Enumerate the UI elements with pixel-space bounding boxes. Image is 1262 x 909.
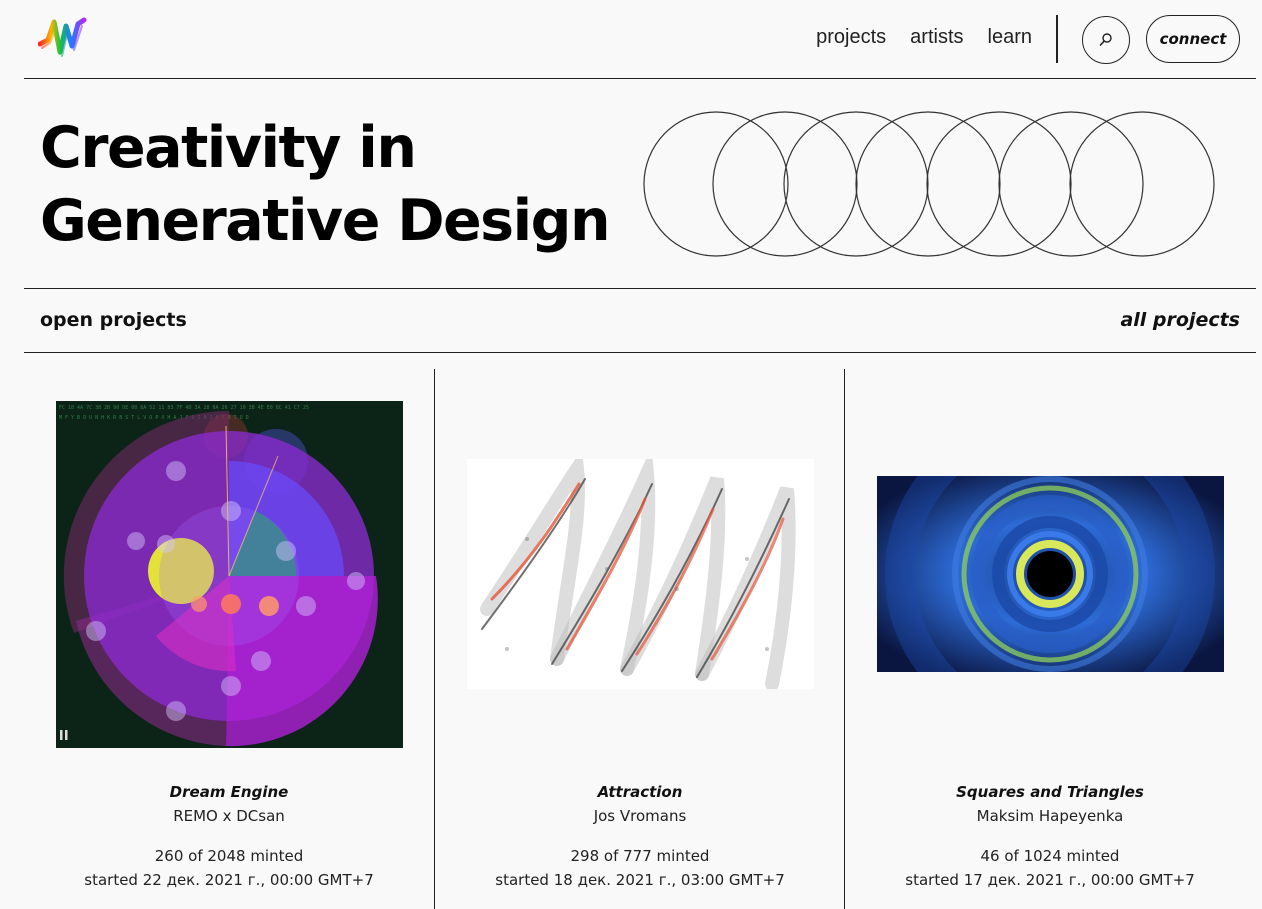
search-button[interactable] xyxy=(1082,16,1130,64)
project-title[interactable]: Squares and Triangles xyxy=(845,783,1255,801)
nav-artists[interactable]: artists xyxy=(910,26,963,49)
search-icon xyxy=(1099,33,1112,46)
nav-learn[interactable]: learn xyxy=(988,26,1032,49)
project-card: Squares and Triangles Maksim Hapeyenka 4… xyxy=(845,369,1255,909)
project-artist[interactable]: Jos Vromans xyxy=(435,807,845,825)
nav-divider xyxy=(1056,15,1058,63)
svg-text:FC 18 4A 7C 38 2B 90 DE 00 6A: FC 18 4A 7C 38 2B 90 DE 00 6A 52 11 83 7… xyxy=(59,405,309,411)
open-projects-bar: open projects all projects xyxy=(24,289,1256,353)
project-title[interactable]: Attraction xyxy=(435,783,845,801)
all-projects-link[interactable]: all projects xyxy=(1120,309,1240,331)
project-image-attraction[interactable] xyxy=(467,459,814,689)
project-image-dream-engine[interactable]: FC 18 4A 7C 38 2B 90 DE 00 6A 52 11 83 7… xyxy=(56,401,403,748)
hero-title-line1: Creativity in xyxy=(40,115,417,181)
nav-projects[interactable]: projects xyxy=(816,26,886,49)
project-start-date: started 22 дек. 2021 г., 00:00 GMT+7 xyxy=(84,871,374,889)
hero-title-line2: Generative Design xyxy=(40,188,611,254)
project-card: FC 18 4A 7C 38 2B 90 DE 00 6A 52 11 83 7… xyxy=(24,369,434,909)
project-image-squares-and-triangles[interactable] xyxy=(877,476,1224,672)
hero-title: Creativity in Generative Design xyxy=(40,112,611,258)
project-card: Attraction Jos Vromans 298 of 777 minted… xyxy=(435,369,845,909)
project-artist[interactable]: Maksim Hapeyenka xyxy=(845,807,1255,825)
hero-circles-graphic xyxy=(643,111,1215,257)
section-title: open projects xyxy=(40,309,187,331)
project-artist[interactable]: REMO x DCsan xyxy=(24,807,434,825)
logo-icon[interactable] xyxy=(38,16,88,60)
project-title[interactable]: Dream Engine xyxy=(24,783,434,801)
connect-button[interactable]: connect xyxy=(1146,15,1240,63)
project-minted: 298 of 777 minted xyxy=(570,847,710,865)
project-minted: 46 of 1024 minted xyxy=(980,847,1120,865)
main-nav: projects artists learn xyxy=(816,26,1032,49)
site-header: projects artists learn connect xyxy=(24,0,1256,79)
project-minted: 260 of 2048 minted xyxy=(154,847,304,865)
project-start-date: started 17 дек. 2021 г., 00:00 GMT+7 xyxy=(905,871,1195,889)
project-start-date: started 18 дек. 2021 г., 03:00 GMT+7 xyxy=(495,871,785,889)
